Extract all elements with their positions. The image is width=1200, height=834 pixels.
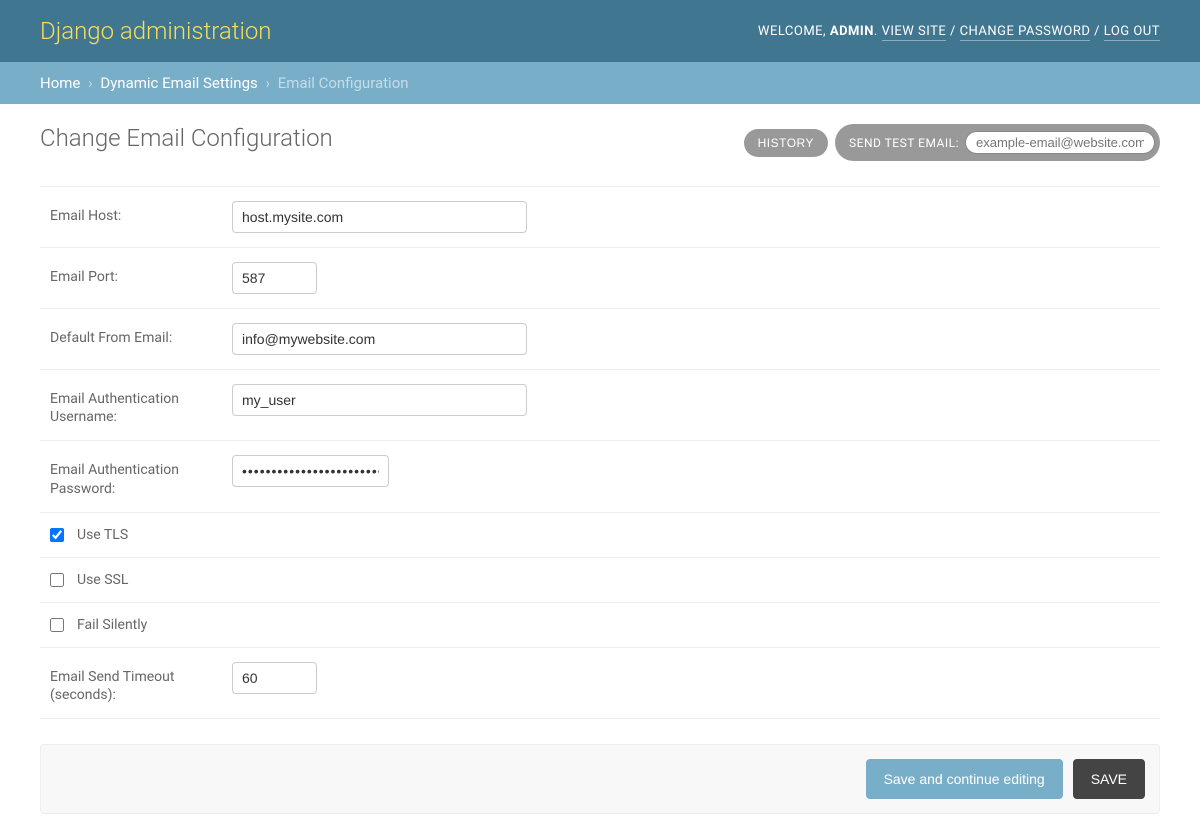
use-tls-label: Use TLS xyxy=(77,527,128,543)
fail-silently-checkbox[interactable] xyxy=(50,618,64,632)
timeout-input[interactable] xyxy=(232,662,317,694)
row-auth-username: Email Authentication Username: xyxy=(40,370,1160,441)
save-continue-button[interactable]: Save and continue editing xyxy=(866,759,1063,799)
auth-username-input[interactable] xyxy=(232,384,527,416)
submit-row: Save and continue editing SAVE xyxy=(40,744,1160,814)
username: ADMIN xyxy=(830,24,874,39)
use-ssl-checkbox[interactable] xyxy=(50,573,64,587)
welcome-text: WELCOME, xyxy=(758,24,826,39)
use-ssl-label: Use SSL xyxy=(77,572,128,588)
email-host-label: Email Host: xyxy=(50,201,232,225)
email-host-input[interactable] xyxy=(232,201,527,233)
site-title: Django administration xyxy=(40,17,272,45)
breadcrumb-current: Email Configuration xyxy=(278,74,409,92)
send-test-label: SEND TEST EMAIL: xyxy=(849,136,959,150)
email-port-input[interactable] xyxy=(232,262,317,294)
header: Django administration WELCOME, ADMIN. VI… xyxy=(0,0,1200,62)
fail-silently-label: Fail Silently xyxy=(77,617,147,633)
object-tools: HISTORY SEND TEST EMAIL: xyxy=(744,124,1160,161)
default-from-input[interactable] xyxy=(232,323,527,355)
use-tls-checkbox[interactable] xyxy=(50,528,64,542)
row-use-tls: Use TLS xyxy=(40,513,1160,558)
form: Email Host: Email Port: Default From Ema… xyxy=(40,186,1160,719)
row-auth-password: Email Authentication Password: xyxy=(40,441,1160,512)
content-header: Change Email Configuration HISTORY SEND … xyxy=(40,124,1160,161)
send-test-email-input[interactable] xyxy=(965,131,1155,154)
row-timeout: Email Send Timeout (seconds): xyxy=(40,648,1160,719)
save-button[interactable]: SAVE xyxy=(1073,759,1145,799)
breadcrumb: Home › Dynamic Email Settings › Email Co… xyxy=(0,62,1200,104)
timeout-label: Email Send Timeout (seconds): xyxy=(50,662,232,704)
auth-username-label: Email Authentication Username: xyxy=(50,384,232,426)
row-fail-silently: Fail Silently xyxy=(40,603,1160,648)
breadcrumb-app[interactable]: Dynamic Email Settings xyxy=(100,74,257,92)
auth-password-input[interactable] xyxy=(232,455,389,487)
content: Change Email Configuration HISTORY SEND … xyxy=(0,104,1200,834)
change-password-link[interactable]: CHANGE PASSWORD xyxy=(960,24,1091,41)
logout-link[interactable]: LOG OUT xyxy=(1104,24,1160,41)
row-email-host: Email Host: xyxy=(40,186,1160,248)
row-default-from: Default From Email: xyxy=(40,309,1160,370)
email-port-label: Email Port: xyxy=(50,262,232,286)
auth-password-label: Email Authentication Password: xyxy=(50,455,232,497)
row-use-ssl: Use SSL xyxy=(40,558,1160,603)
page-title: Change Email Configuration xyxy=(40,124,333,152)
send-test-email-button[interactable]: SEND TEST EMAIL: xyxy=(835,124,1160,161)
user-tools: WELCOME, ADMIN. VIEW SITE / CHANGE PASSW… xyxy=(758,24,1160,39)
breadcrumb-home[interactable]: Home xyxy=(40,74,80,92)
view-site-link[interactable]: VIEW SITE xyxy=(882,24,947,41)
history-button[interactable]: HISTORY xyxy=(744,129,828,157)
default-from-label: Default From Email: xyxy=(50,323,232,347)
row-email-port: Email Port: xyxy=(40,248,1160,309)
